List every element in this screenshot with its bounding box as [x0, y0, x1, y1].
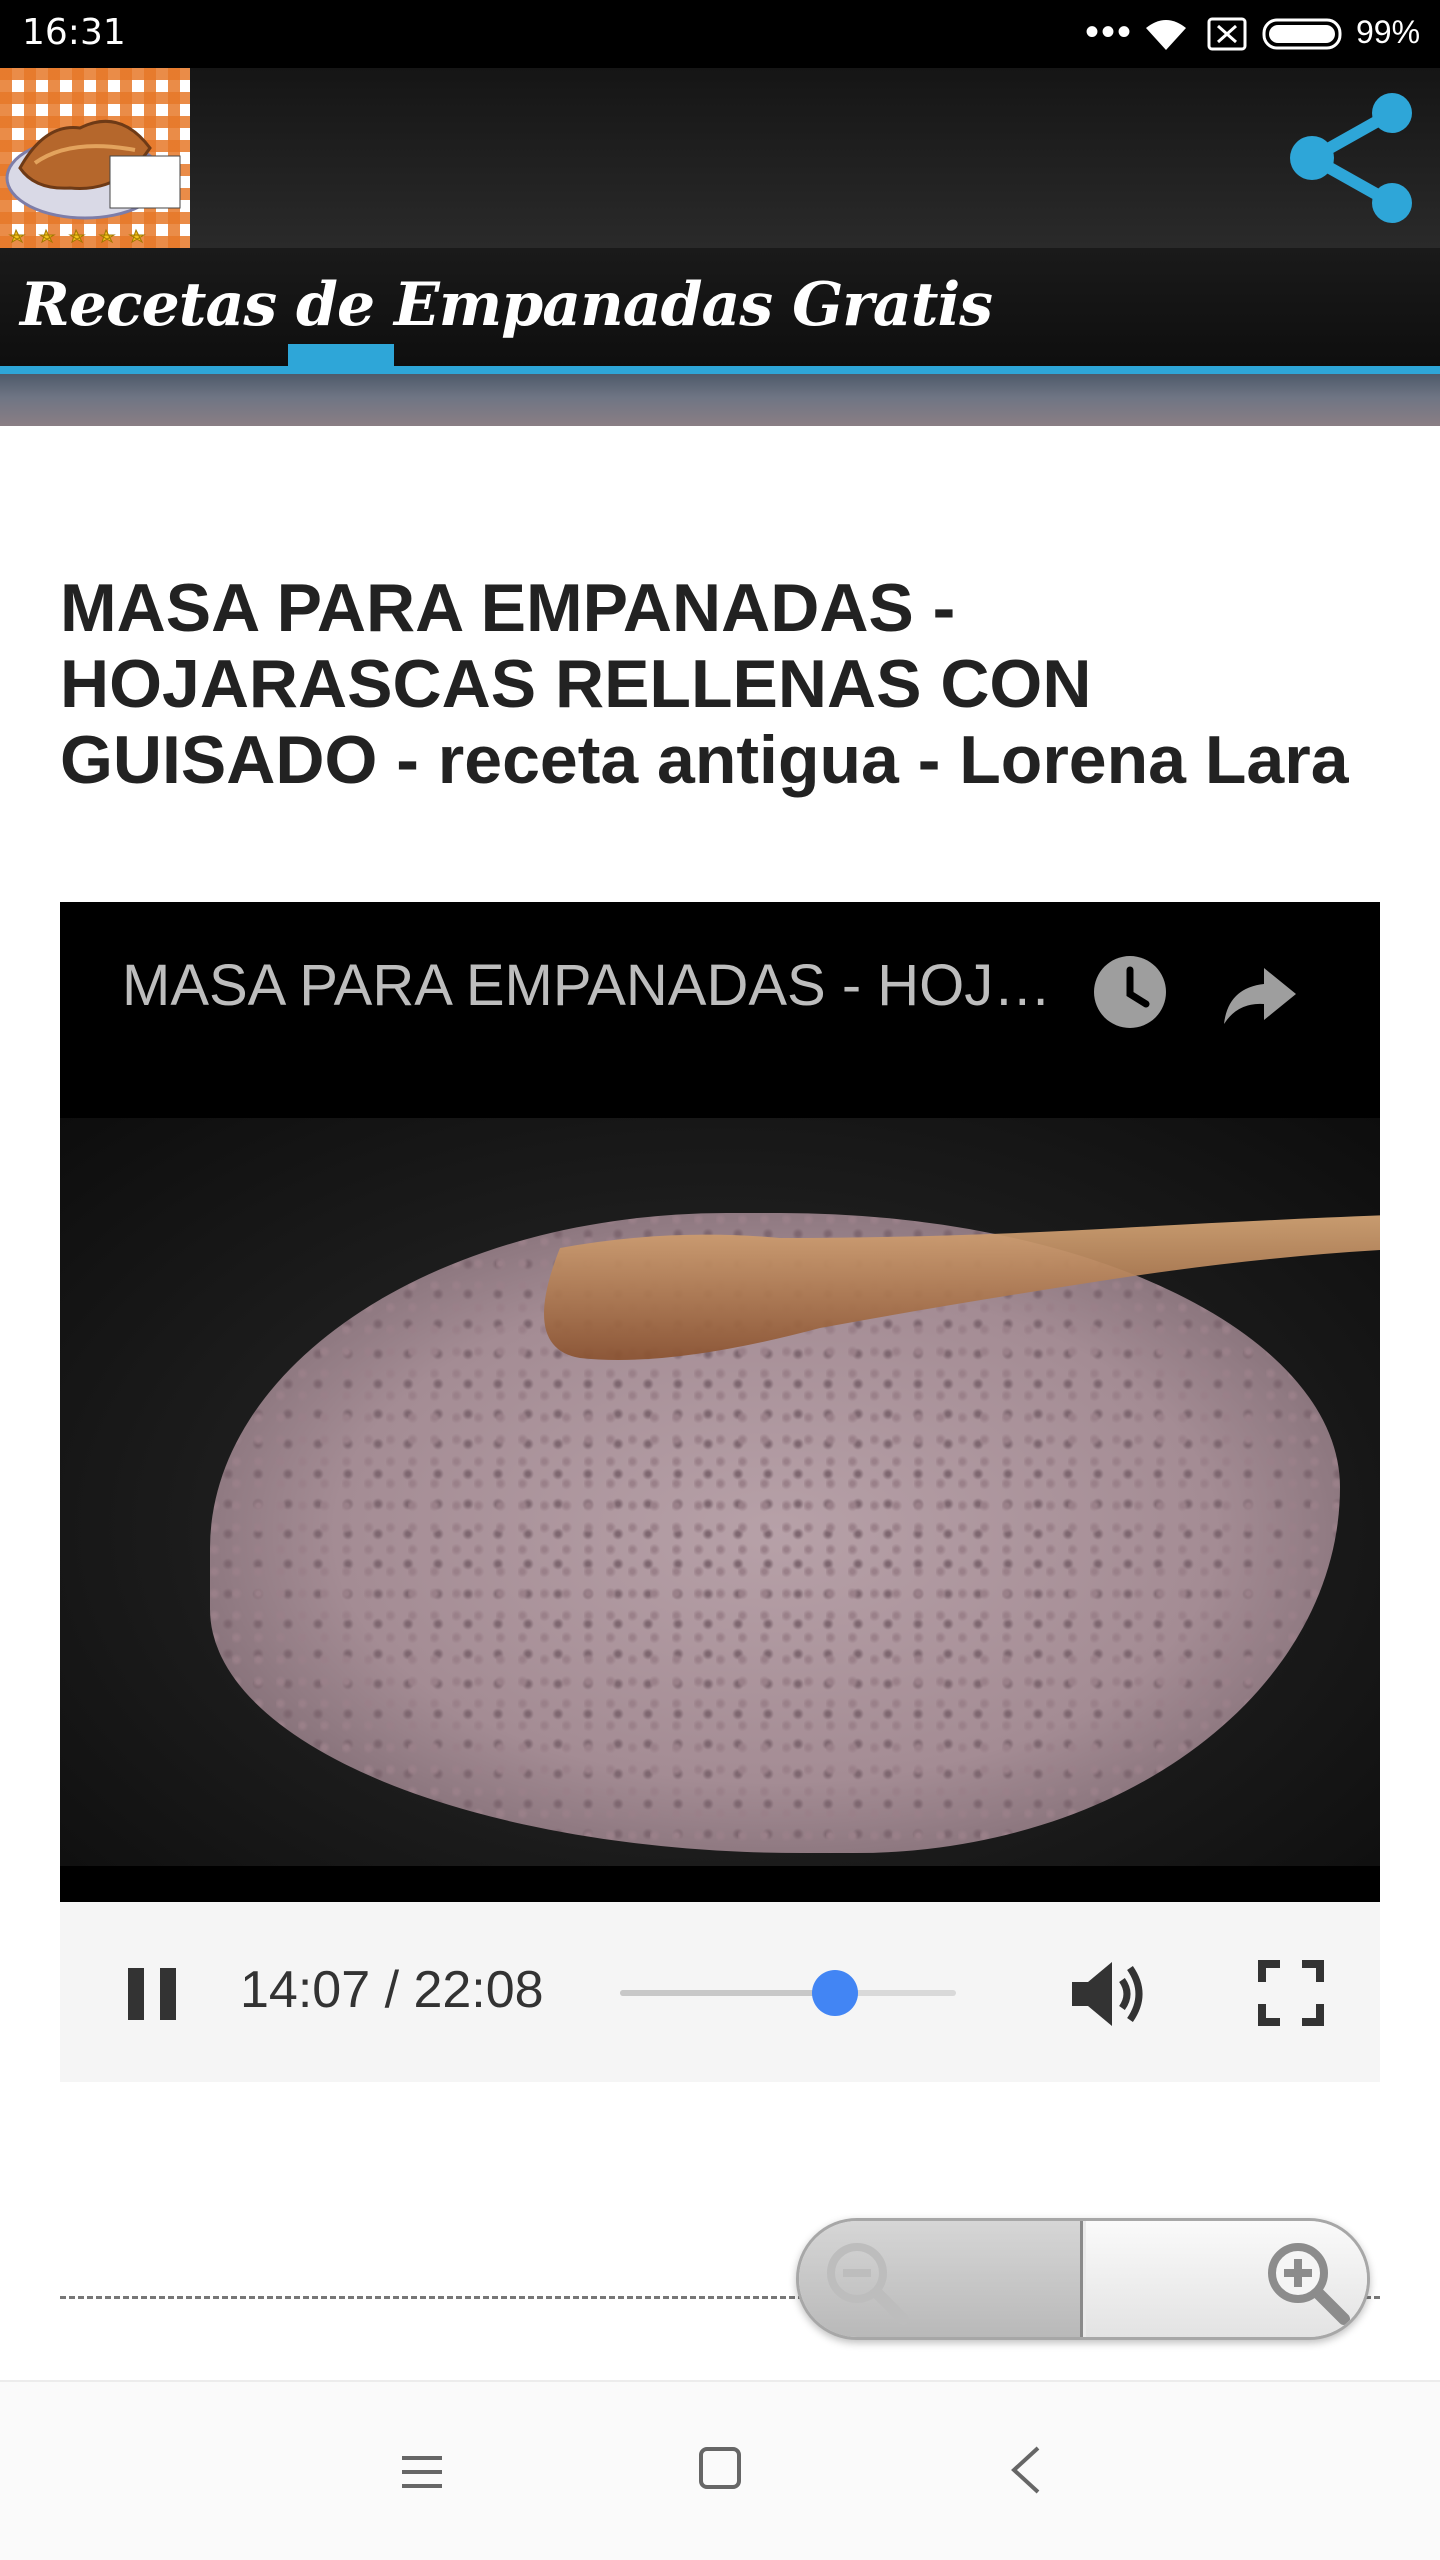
- app-bar: [0, 68, 1440, 248]
- seek-bar-progress: [620, 1990, 836, 1996]
- home-icon[interactable]: [696, 2444, 744, 2492]
- sim-icon: [1207, 17, 1247, 51]
- battery-icon: [1262, 18, 1342, 50]
- app-title: Recetas de Empanadas Gratis: [20, 270, 993, 340]
- article-title: MASA PARA EMPANADAS - HOJARASCAS RELLENA…: [60, 570, 1349, 798]
- forward-icon[interactable]: [1220, 954, 1300, 1034]
- menu-icon[interactable]: [396, 2446, 448, 2498]
- seek-bar-thumb[interactable]: [812, 1970, 859, 2016]
- zoom-out-button[interactable]: [799, 2221, 1083, 2337]
- wifi-icon: [1146, 20, 1186, 50]
- battery-percentage: 99%: [1356, 14, 1421, 50]
- status-time: 16:31: [22, 12, 126, 53]
- volume-icon[interactable]: [1068, 1956, 1148, 2032]
- title-strip: Recetas de Empanadas Gratis: [0, 248, 1440, 370]
- header-banner-image: [0, 374, 1440, 426]
- system-nav-bar: [0, 2380, 1440, 2560]
- seek-bar[interactable]: [620, 1970, 956, 2016]
- zoom-control: [796, 2218, 1370, 2340]
- video-title[interactable]: MASA PARA EMPANADAS - HOJARASCAS RELLENA…: [122, 952, 1082, 1019]
- share-icon[interactable]: [1282, 88, 1422, 228]
- pause-icon[interactable]: [124, 1964, 180, 2024]
- video-frame[interactable]: [60, 1118, 1380, 1866]
- notification-dots: •••: [1085, 10, 1134, 54]
- zoom-in-icon: [1268, 2243, 1350, 2325]
- wooden-spoon-image: [544, 1215, 1380, 1360]
- app-logo[interactable]: [0, 68, 190, 248]
- time-display: 14:07 / 22:08: [240, 1961, 544, 2019]
- clock-icon[interactable]: [1090, 952, 1170, 1032]
- video-player[interactable]: MASA PARA EMPANADAS - HOJARASCAS RELLENA…: [60, 902, 1380, 1902]
- status-bar: 16:31 ••• 99%: [0, 0, 1440, 68]
- content-area: MASA PARA EMPANADAS - HOJARASCAS RELLENA…: [0, 426, 1440, 2380]
- zoom-out-icon: [827, 2243, 909, 2325]
- accent-line: [0, 366, 1440, 374]
- back-icon[interactable]: [1004, 2442, 1048, 2498]
- fullscreen-icon[interactable]: [1258, 1960, 1324, 2026]
- video-controls: 14:07 / 22:08: [60, 1902, 1380, 2082]
- zoom-in-button[interactable]: [1086, 2221, 1367, 2337]
